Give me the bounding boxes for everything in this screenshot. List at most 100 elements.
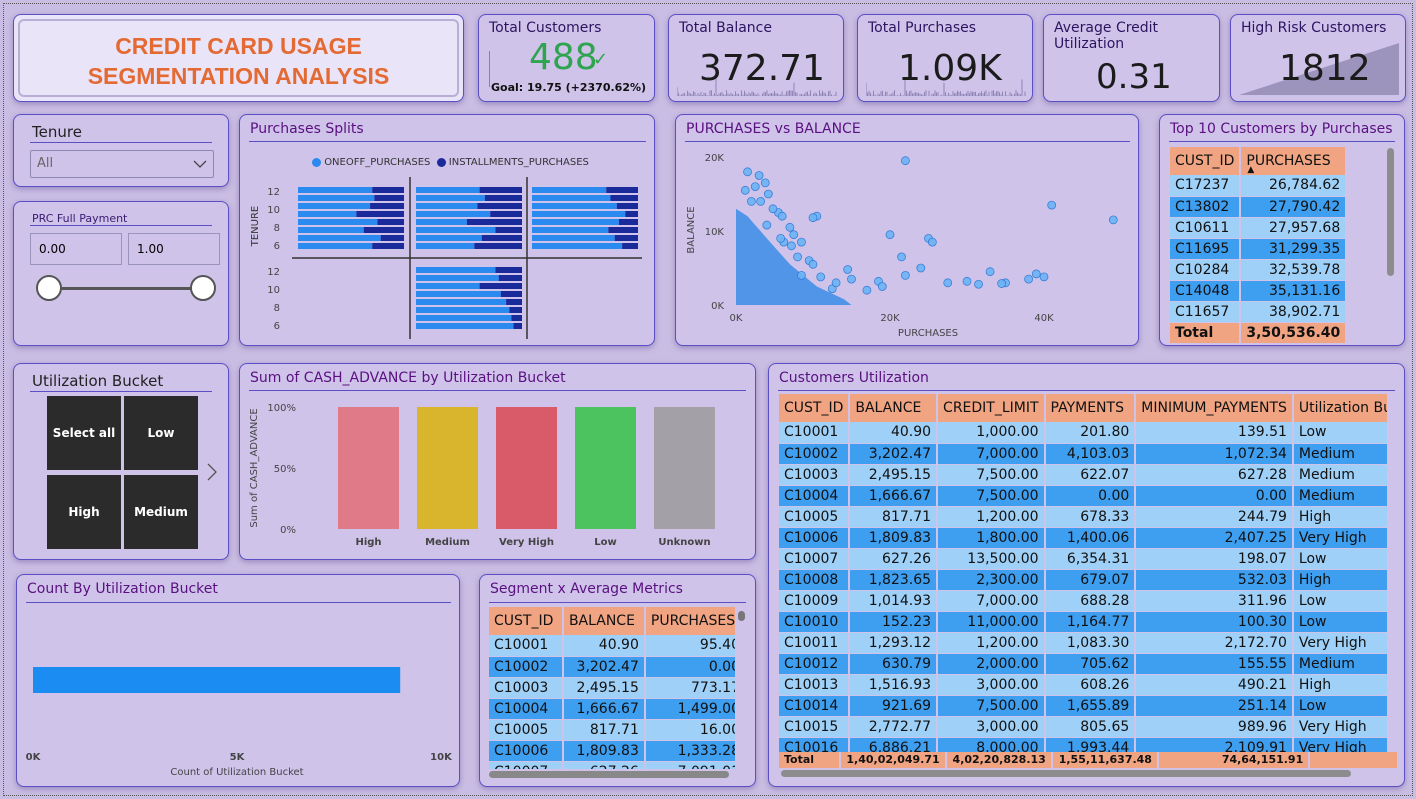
segment-cell: C10001 [489, 635, 564, 657]
table-row[interactable]: C1000140.9095.40 [489, 635, 735, 657]
bucket-option-select-all[interactable]: Select all [47, 396, 121, 470]
table-row[interactable]: C100023,202.470.00 [489, 656, 735, 678]
bar-oneoff [298, 235, 381, 241]
bar-installments [511, 315, 522, 321]
table-row[interactable]: C10284 32,539.78 [1170, 259, 1348, 281]
kpi-total-balance[interactable]: Total Balance 372.71 [668, 14, 844, 102]
bar-oneoff [416, 243, 475, 249]
cash-advance-chart: 100% 50% 0% Sum of CASH_ADVANCE High Medium Ve… [249, 403, 715, 548]
table-row[interactable]: C10004 1,666.67 7,500.00 0.00 0.00 Medium [779, 485, 1387, 507]
segment-header-1[interactable]: BALANCE [562, 607, 646, 635]
customers-cell: 13,500.00 [937, 548, 1046, 570]
cash-bar [496, 407, 557, 529]
customers-cell: 1,655.89 [1044, 695, 1137, 717]
table-row[interactable]: C10001 40.90 1,000.00 201.80 139.51 Low [779, 422, 1387, 444]
table-row[interactable]: C10005 817.71 1,200.00 678.33 244.79 High [779, 506, 1387, 528]
bar-oneoff [416, 187, 480, 193]
table-row[interactable]: C10010 152.23 11,000.00 1,164.77 100.30 Low [779, 611, 1387, 633]
segment-scrollbar-v[interactable] [738, 611, 745, 621]
table-row[interactable]: C10011 1,293.12 1,200.00 1,083.30 2,172.70 Ve… [779, 632, 1387, 654]
customers-cell: 251.14 [1135, 695, 1294, 717]
customers-header-2[interactable]: CREDIT_LIMIT [937, 394, 1046, 422]
prc-min-input[interactable]: 0.00 [30, 233, 122, 265]
bar-oneoff [298, 187, 373, 193]
bar-installments [490, 211, 522, 217]
slider-min-handle[interactable] [36, 275, 62, 301]
table-row[interactable]: C10013 1,516.93 3,000.00 608.26 490.21 High [779, 674, 1387, 696]
table-row[interactable]: C10004 1,666.67 1,499.00 [489, 698, 735, 720]
segment-header-2[interactable]: PURCHASES [644, 607, 735, 635]
top10-title: Top 10 Customers by Purchases [1170, 121, 1393, 137]
table-row[interactable]: C10015 2,772.77 3,000.00 805.65 989.96 Very H… [779, 716, 1387, 738]
splits-tick: 12 [267, 187, 280, 198]
prc-max-input[interactable]: 1.00 [128, 233, 220, 265]
purchases-cell: 38,902.71 [1240, 301, 1348, 323]
table-row[interactable]: C10005817.7116.00 [489, 719, 735, 741]
bar-installments [372, 187, 404, 193]
table-row[interactable]: C10007 627.26 13,500.00 6,354.31 198.07 Low [779, 548, 1387, 570]
table-row[interactable]: C14048 35,131.16 [1170, 280, 1348, 302]
bar-installments [500, 291, 522, 297]
table-row[interactable]: C10006 1,809.83 1,333.28 [489, 740, 735, 762]
segment-header-0[interactable]: CUST_ID [489, 607, 564, 635]
top10-scrollbar-thumb[interactable] [1387, 148, 1394, 276]
segment-cell: 2,495.15 [562, 677, 646, 699]
customers-scrollbar-h[interactable] [781, 770, 1351, 777]
purchases-splits-card: Purchases Splits ONEOFF_PURCHASES INSTAL… [239, 114, 655, 346]
bar-installments [374, 195, 404, 201]
kpi-avg-utilization[interactable]: Average Credit Utilization 0.31 [1043, 14, 1220, 102]
sort-asc-icon: ▲ [1247, 165, 1255, 175]
customers-header-1[interactable]: BALANCE [849, 394, 939, 422]
count-xlabel: Count of Utilization Bucket [170, 767, 303, 778]
cust-id-cell: C17237 [1170, 175, 1242, 197]
splits-tick: 10 [267, 205, 280, 216]
customers-header-5[interactable]: Utilization Bu [1292, 394, 1387, 422]
top10-header-purchases[interactable]: PURCHASES ▲ [1240, 147, 1348, 175]
segment-table-viewport[interactable]: CUST_IDBALANCEPURCHASES C1000140.9095.40… [489, 607, 735, 769]
util-bucket-slicer: Utilization Bucket Select all Low High M… [13, 363, 229, 560]
customers-cell: 2,000.00 [937, 653, 1046, 675]
purchases-cell: 32,539.78 [1240, 259, 1348, 281]
bar-oneoff [298, 243, 373, 249]
bucket-option-medium[interactable]: Medium [124, 475, 198, 549]
table-row[interactable]: C10006 1,809.83 1,800.00 1,400.06 2,407.25 Ve… [779, 527, 1387, 549]
bar-installments [622, 243, 638, 249]
cash-xtick: Unknown [658, 537, 710, 548]
table-row[interactable]: C10611 27,957.68 [1170, 217, 1348, 239]
table-row[interactable]: C10002 3,202.47 7,000.00 4,103.03 1,072.34 Me… [779, 443, 1387, 465]
table-row[interactable]: C11695 31,299.35 [1170, 238, 1348, 260]
customers-header-3[interactable]: PAYMENTS [1044, 394, 1137, 422]
chevron-right-icon[interactable] [206, 462, 218, 482]
customers-table-viewport[interactable]: CUST_ID BALANCE CREDIT_LIMIT PAYMENTS MINIMU… [779, 394, 1387, 770]
scatter-point [847, 274, 856, 284]
bucket-option-high[interactable]: High [47, 475, 121, 549]
customers-cell: 532.03 [1135, 569, 1294, 591]
table-row[interactable]: C10008 1,823.65 2,300.00 679.07 532.03 High [779, 569, 1387, 591]
bucket-option-low[interactable]: Low [124, 396, 198, 470]
kpi-total-customers[interactable]: Total Customers 488 ✓ Goal: 19.75 (+2370… [478, 14, 655, 102]
slider-max-handle[interactable] [190, 275, 216, 301]
kpi-total-purchases[interactable]: Total Purchases 1.09K [857, 14, 1033, 102]
segment-cell: 817.71 [562, 719, 646, 741]
count-xtick: 0K [26, 752, 42, 763]
table-row[interactable]: C10012 630.79 2,000.00 705.62 155.55 Medium [779, 653, 1387, 675]
customers-header-0[interactable]: CUST_ID [779, 394, 851, 422]
table-row[interactable]: C10007627.267,091.01 [489, 761, 735, 769]
segment-cell: C10005 [489, 719, 564, 741]
bar-oneoff [416, 227, 496, 233]
prc-slicer: PRC Full Payment 0.00 1.00 [13, 201, 229, 346]
table-row[interactable]: C100032,495.15773.17 [489, 677, 735, 699]
table-row[interactable]: C17237 26,784.62 [1170, 175, 1348, 197]
top10-header-custid[interactable]: CUST_ID [1170, 147, 1242, 175]
customers-cell: 2,772.77 [849, 716, 939, 738]
customers-cell: 1,293.12 [849, 632, 939, 654]
customers-header-4[interactable]: MINIMUM_PAYMENTS [1135, 394, 1294, 422]
table-row[interactable]: C13802 27,790.42 [1170, 196, 1348, 218]
table-row[interactable]: C10003 2,495.15 7,500.00 622.07 627.28 Medium [779, 464, 1387, 486]
tenure-dropdown[interactable]: All [30, 150, 214, 178]
table-row[interactable]: C10014 921.69 7,500.00 1,655.89 251.14 Low [779, 695, 1387, 717]
table-row[interactable]: C10009 1,014.93 7,000.00 688.28 311.96 Low [779, 590, 1387, 612]
kpi-high-risk[interactable]: High Risk Customers 1812 [1230, 14, 1406, 102]
segment-scrollbar-h[interactable] [489, 771, 729, 778]
table-row[interactable]: C11657 38,902.71 [1170, 301, 1348, 323]
